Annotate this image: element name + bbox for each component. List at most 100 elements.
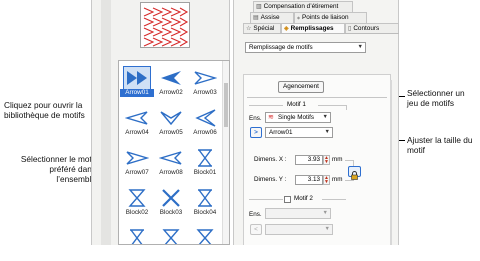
dimx-label: Dimens. X :	[254, 156, 287, 163]
motif1-bracket-right	[346, 105, 347, 110]
motif-item-label: Arrow07	[125, 169, 149, 176]
arrow-outline-right-icon	[193, 69, 218, 87]
divider-top	[247, 97, 387, 98]
tab-points-liaison-label: Points de liaison	[302, 14, 349, 21]
motif-item[interactable]: Arrow01	[120, 61, 154, 101]
motif-list-scrollbar[interactable]	[222, 61, 229, 244]
motif-item[interactable]	[188, 221, 222, 244]
motif1-title-line-left	[249, 105, 283, 106]
library-scrollbar[interactable]	[101, 0, 111, 245]
motif-item-label: Block03	[159, 209, 183, 216]
x-cross-icon	[159, 189, 183, 207]
motif1-motif-value: Arrow01	[269, 129, 293, 136]
dropdown-arrow-icon: ▼	[322, 114, 328, 120]
motif-item[interactable]: Arrow02	[154, 61, 188, 101]
motif-item[interactable]	[120, 221, 154, 244]
x-bowtie-icon	[193, 189, 217, 207]
tie-points-icon: ⁎	[297, 15, 300, 21]
arrow-left-filled-icon	[159, 69, 183, 87]
motif2-open-button[interactable]: <	[250, 224, 262, 235]
dimx-unit: mm	[332, 156, 343, 163]
tab-divider	[243, 33, 399, 34]
motif-item-label: Block04	[193, 209, 217, 216]
motif-item-label: Arrow01	[120, 89, 154, 97]
scrollbar-thumb[interactable]	[224, 83, 228, 127]
panel-right-scrollbar[interactable]	[390, 80, 392, 245]
dimy-input[interactable]: 3.13	[295, 175, 323, 185]
dimy-label: Dimens. Y :	[254, 176, 287, 183]
motif-item-label: Arrow05	[159, 129, 183, 136]
dimy-spinner[interactable]: ▲ ▼	[323, 175, 330, 185]
motif-library-list: Arrow01 Arrow02 Arrow03 Arrow04 Arrow05 Arrow…	[118, 60, 230, 245]
motif-item[interactable]: Arrow08	[154, 141, 188, 181]
tab-compensation-label: Compensation d’étirement	[263, 3, 339, 10]
dropdown-arrow-icon: ▼	[324, 226, 330, 232]
motif2-title-line-left	[249, 199, 283, 200]
motif-item[interactable]: Block02	[120, 181, 154, 221]
motif-item[interactable]: Block01	[188, 141, 222, 181]
motif2-title-line-right	[322, 199, 346, 200]
motif-item-label: Block02	[125, 209, 149, 216]
tab-assise[interactable]: ▤ Assise	[250, 12, 294, 23]
callout-select-motif: Sélectionner le motif préféré dans l’ens…	[20, 154, 96, 184]
chevron-left-outline-icon	[193, 109, 217, 127]
tab-contours-label: Contours	[353, 25, 380, 32]
chevron-down-outline-icon	[159, 109, 183, 127]
motif1-title: Motif 1	[287, 101, 306, 108]
motif-item[interactable]: Arrow04	[120, 101, 154, 141]
tab-points-liaison[interactable]: ⁎ Points de liaison	[294, 12, 367, 23]
motif2-set-select[interactable]: ▼	[265, 208, 331, 219]
callout-select-set: Sélectionner un jeu de motifs	[407, 88, 465, 108]
tab-assise-label: Assise	[260, 14, 280, 21]
assise-icon: ▤	[253, 15, 259, 21]
motif2-motif-select[interactable]: ▼	[265, 224, 333, 235]
dimx-spinner[interactable]: ▲ ▼	[323, 155, 330, 165]
motif-item[interactable]: Block04	[188, 181, 222, 221]
dimx-input[interactable]: 3.93	[295, 155, 323, 165]
dim-bracket-bottom	[345, 180, 353, 181]
motif-item[interactable]: Arrow05	[154, 101, 188, 141]
motif2-title: Motif 2	[294, 195, 313, 202]
arrow-outline-right-icon	[125, 149, 150, 167]
motif1-set-value: Single Motifs	[278, 114, 315, 121]
dim-bracket-top	[345, 160, 353, 161]
motif-item[interactable]: Block03	[154, 181, 188, 221]
fill-type-value: Remplissage de motifs	[249, 44, 313, 51]
motif2-checkbox[interactable]	[284, 196, 291, 203]
single-motif-icon: ≋	[268, 114, 274, 121]
motif-item-label: Arrow06	[193, 129, 217, 136]
motif-item[interactable]: Arrow07	[120, 141, 154, 181]
motif-item[interactable]: Arrow03	[188, 61, 222, 101]
x-bowtie-icon	[125, 229, 149, 244]
open-library-button[interactable]: >	[250, 127, 262, 138]
motif1-set-select[interactable]: ≋ Single Motifs ▼	[265, 112, 331, 123]
motif-item[interactable]	[154, 221, 188, 244]
motif1-motif-select[interactable]: Arrow01 ▼	[265, 127, 333, 138]
arrow-outline-left-icon	[124, 109, 149, 127]
x-bowtie-icon	[193, 149, 217, 167]
motif1-ens-label: Ens.	[249, 115, 262, 122]
dropdown-arrow-icon: ▼	[322, 210, 328, 216]
tab-special-label: Spécial	[253, 25, 275, 32]
motif-item-label: Arrow04	[125, 129, 149, 136]
fill-type-select[interactable]: Remplissage de motifs ▼	[245, 42, 366, 53]
dimy-unit: mm	[332, 176, 343, 183]
motif-item-label: Arrow02	[159, 89, 183, 96]
tab-compensation[interactable]: ▥ Compensation d’étirement	[253, 1, 353, 12]
motif-item[interactable]: Arrow06	[188, 101, 222, 141]
motif2-ens-label: Ens.	[249, 211, 262, 218]
motif-item-label: Arrow08	[159, 169, 183, 176]
dropdown-arrow-icon: ▼	[357, 44, 363, 50]
lock-proportions-icon[interactable]	[348, 166, 361, 180]
callout-adjust-size: Ajuster la taille du motif	[407, 135, 473, 155]
tab-remplissages-label: Remplissages	[290, 25, 334, 32]
dropdown-arrow-icon: ▼	[324, 129, 330, 135]
compensation-icon: ▥	[256, 4, 262, 10]
hourglass-icon	[159, 229, 183, 244]
layout-button[interactable]: Agencement	[278, 81, 324, 93]
hourglass-icon	[125, 189, 149, 207]
hourglass-icon	[193, 229, 217, 244]
arrow-double-right-icon	[123, 66, 151, 90]
motif-item-label: Block01	[193, 169, 217, 176]
motif-item-label: Arrow03	[193, 89, 217, 96]
